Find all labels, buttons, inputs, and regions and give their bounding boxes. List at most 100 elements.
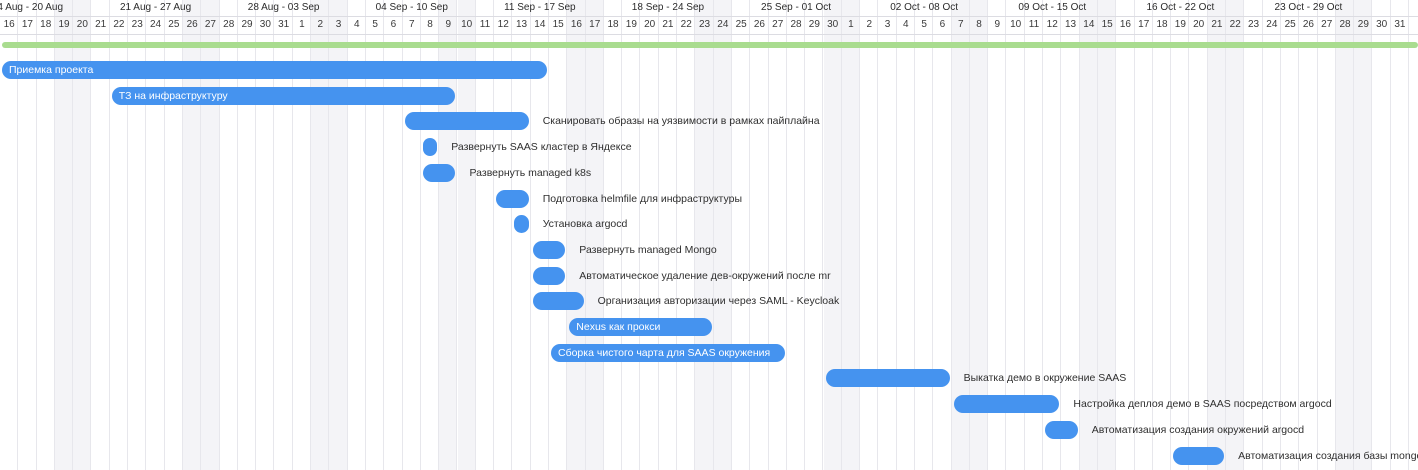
task-bar[interactable] xyxy=(496,189,529,208)
week-label: 23 Oct - 29 Oct xyxy=(1274,2,1343,13)
day-column xyxy=(860,0,879,470)
day-label: 3 xyxy=(335,19,342,30)
day-label: 9 xyxy=(994,19,1001,30)
day-label: 26 xyxy=(186,19,198,30)
day-label: 5 xyxy=(921,19,927,30)
day-label: 27 xyxy=(204,19,216,30)
task-bar[interactable] xyxy=(532,240,566,259)
day-label: 29 xyxy=(241,19,253,30)
task-label: Приемка проекта xyxy=(9,64,94,76)
day-label: 23 xyxy=(1247,19,1260,30)
project-progress-line xyxy=(2,42,1418,48)
day-column xyxy=(1354,0,1373,470)
task-bar[interactable] xyxy=(422,138,438,157)
day-column xyxy=(604,0,623,470)
day-label: 8 xyxy=(427,19,433,30)
day-column xyxy=(769,0,787,470)
day-column xyxy=(750,0,769,470)
day-label: 13 xyxy=(515,19,528,30)
day-column xyxy=(585,0,604,470)
day-label: 11 xyxy=(1028,19,1040,30)
day-label: 4 xyxy=(354,19,360,30)
week-label: 28 Aug - 03 Sep xyxy=(247,2,320,13)
week-label: 11 Sep - 17 Sep xyxy=(504,2,576,13)
day-column xyxy=(841,0,861,470)
task-label: ТЗ на инфраструктуру xyxy=(118,89,228,102)
day-column xyxy=(823,0,842,470)
day-column xyxy=(878,0,897,470)
task-label: Развернуть managed k8s xyxy=(469,166,592,179)
day-label: 22 xyxy=(680,19,692,30)
task-bar[interactable] xyxy=(532,292,584,311)
day-column xyxy=(933,0,952,470)
week-label: 09 Oct - 15 Oct xyxy=(1018,2,1087,13)
task-bar[interactable] xyxy=(404,112,529,131)
task-label: Развернуть managed Mongo xyxy=(579,243,717,256)
day-label: 18 xyxy=(40,19,52,30)
day-label: 28 xyxy=(223,19,235,30)
day-label: 24 xyxy=(1266,19,1278,30)
day-label: 16 xyxy=(1119,19,1131,30)
task-label: Развернуть SAAS кластер в Яндексе xyxy=(451,141,632,154)
day-label: 24 xyxy=(717,19,729,30)
day-label: 20 xyxy=(1193,19,1205,30)
week-label: 04 Sep - 10 Sep xyxy=(375,2,448,13)
day-column xyxy=(1335,0,1355,470)
day-label: 21 xyxy=(662,19,674,30)
task-bar[interactable] xyxy=(514,215,529,234)
day-label: 20 xyxy=(644,19,656,30)
day-column xyxy=(567,0,586,470)
day-label: 14 xyxy=(534,19,546,30)
day-label: 21 xyxy=(95,19,107,30)
day-label: 29 xyxy=(1357,19,1369,30)
task-bar[interactable] xyxy=(1045,420,1078,439)
day-column xyxy=(713,0,732,470)
day-column xyxy=(897,0,915,470)
task-label: Настройка деплоя демо в SAAS посредством… xyxy=(1073,398,1332,411)
day-label: 16 xyxy=(570,19,582,30)
week-label: 18 Sep - 24 Sep xyxy=(631,2,705,13)
day-label: 27 xyxy=(1321,19,1333,30)
day-label: 30 xyxy=(259,19,271,30)
day-label: 28 xyxy=(790,19,802,30)
day-label: 12 xyxy=(1046,19,1058,30)
day-label: 19 xyxy=(58,19,70,30)
day-label: 15 xyxy=(1101,19,1113,30)
day-label: 18 xyxy=(607,19,619,30)
day-label: 6 xyxy=(939,19,946,30)
day-label: 2 xyxy=(317,19,324,30)
task-bar[interactable] xyxy=(422,163,456,182)
week-label: 21 Aug - 27 Aug xyxy=(119,2,192,13)
day-label: 23 xyxy=(698,19,711,30)
day-label: 6 xyxy=(390,19,397,30)
day-label: 1 xyxy=(848,19,854,30)
day-label: 7 xyxy=(957,19,964,30)
day-label: 30 xyxy=(827,19,839,30)
task-bar[interactable] xyxy=(532,266,566,285)
day-column xyxy=(622,0,641,470)
task-label: Организация авторизации через SAML - Key… xyxy=(597,295,840,308)
task-bar[interactable] xyxy=(1173,446,1225,465)
task-label: Подготовка helmfile для инфраструктуры xyxy=(542,192,742,205)
day-label: 14 xyxy=(1083,19,1095,30)
day-label: 11 xyxy=(479,19,491,30)
day-label: 7 xyxy=(408,19,415,30)
day-column xyxy=(659,0,678,470)
day-label: 17 xyxy=(1138,19,1150,30)
task-label: Сканировать образы на уязвимости в рамка… xyxy=(542,115,820,128)
day-label: 4 xyxy=(903,19,909,30)
task-bar[interactable] xyxy=(953,395,1060,414)
day-column xyxy=(1373,0,1391,470)
day-label: 28 xyxy=(1339,19,1351,30)
day-label: 27 xyxy=(772,19,784,30)
day-label: 3 xyxy=(884,19,891,30)
day-label: 17 xyxy=(589,19,601,30)
day-label: 20 xyxy=(76,19,88,30)
task-label: Nexus как прокси xyxy=(576,321,661,333)
week-label: 14 Aug - 20 Aug xyxy=(0,2,64,13)
day-label: 16 xyxy=(3,19,15,30)
week-label: 25 Sep - 01 Oct xyxy=(761,2,832,13)
day-label: 9 xyxy=(445,19,452,30)
task-bar[interactable] xyxy=(825,369,950,388)
week-label: 02 Oct - 08 Oct xyxy=(890,2,959,13)
